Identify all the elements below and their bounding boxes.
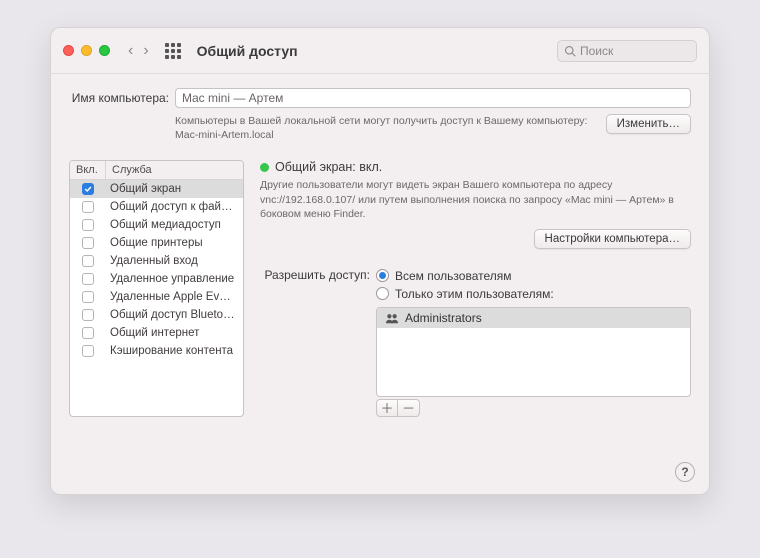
service-label: Удаленный вход (106, 252, 243, 270)
service-label: Общий интернет (106, 324, 243, 342)
services-header: Вкл. Служба (70, 161, 243, 180)
service-checkbox[interactable] (82, 183, 94, 195)
service-row[interactable]: Удаленный вход (70, 252, 243, 270)
service-checkbox[interactable] (82, 327, 94, 339)
service-checkbox[interactable] (82, 219, 94, 231)
user-name: Administrators (405, 311, 482, 325)
computer-name-row: Имя компьютера: (69, 88, 691, 108)
col-header-service: Служба (106, 161, 243, 179)
search-icon (564, 45, 576, 57)
status-indicator-icon (260, 163, 269, 172)
window-controls (63, 45, 110, 56)
service-row[interactable]: Кэширование контента (70, 342, 243, 360)
radio-icon (376, 269, 389, 282)
service-checkbox[interactable] (82, 345, 94, 357)
edit-name-button[interactable]: Изменить… (606, 114, 691, 134)
zoom-window-button[interactable] (99, 45, 110, 56)
services-table: Вкл. Служба Общий экранОбщий доступ к фа… (69, 160, 244, 417)
service-row[interactable]: Общий экран (70, 180, 243, 198)
service-label: Общий доступ Bluetooth (106, 306, 243, 324)
access-label: Разрешить доступ: (260, 267, 370, 417)
service-checkbox[interactable] (82, 291, 94, 303)
content: Имя компьютера: Компьютеры в Вашей локал… (51, 74, 709, 431)
computer-settings-button[interactable]: Настройки компьютера… (534, 229, 691, 249)
access-section: Разрешить доступ: Всем пользователям Тол… (260, 267, 691, 417)
access-only-radio[interactable]: Только этим пользователям: (376, 285, 691, 303)
add-remove-buttons: ＋ － (376, 399, 691, 417)
service-row[interactable]: Общий доступ Bluetooth (70, 306, 243, 324)
user-list[interactable]: Administrators (376, 307, 691, 397)
service-label: Общие принтеры (106, 234, 243, 252)
service-row[interactable]: Удаленное управление (70, 270, 243, 288)
service-detail: Общий экран: вкл. Другие пользователи мо… (260, 160, 691, 417)
service-label: Общий экран (106, 180, 243, 198)
service-checkbox[interactable] (82, 255, 94, 267)
close-window-button[interactable] (63, 45, 74, 56)
search-placeholder: Поиск (580, 44, 613, 58)
forward-button[interactable]: › (143, 42, 148, 60)
access-only-label: Только этим пользователям: (395, 287, 554, 301)
service-row[interactable]: Общий интернет (70, 324, 243, 342)
back-button[interactable]: ‹ (128, 42, 133, 60)
help-button[interactable]: ? (675, 462, 695, 482)
service-row[interactable]: Удаленные Apple Events (70, 288, 243, 306)
add-user-button[interactable]: ＋ (376, 399, 398, 417)
service-label: Общий медиадоступ (106, 216, 243, 234)
service-row[interactable]: Общий медиадоступ (70, 216, 243, 234)
user-row[interactable]: Administrators (377, 308, 690, 328)
status-description: Другие пользователи могут видеть экран В… (260, 178, 691, 221)
users-icon (385, 312, 399, 324)
service-checkbox[interactable] (82, 309, 94, 321)
service-label: Удаленное управление (106, 270, 243, 288)
nav-buttons: ‹ › (128, 42, 149, 60)
service-label: Общий доступ к файлам (106, 198, 243, 216)
service-checkbox[interactable] (82, 201, 94, 213)
radio-icon (376, 287, 389, 300)
status-row: Общий экран: вкл. (260, 160, 691, 174)
computer-name-label: Имя компьютера: (69, 91, 169, 105)
search-field[interactable]: Поиск (557, 40, 697, 62)
status-text: Общий экран: вкл. (275, 160, 382, 174)
service-label: Кэширование контента (106, 342, 243, 360)
access-all-radio[interactable]: Всем пользователям (376, 267, 691, 285)
computer-name-input[interactable] (175, 88, 691, 108)
window: ‹ › Общий доступ Поиск Имя компьютера: К… (50, 27, 710, 495)
service-label: Удаленные Apple Events (106, 288, 243, 306)
service-checkbox[interactable] (82, 273, 94, 285)
show-all-button[interactable] (165, 43, 181, 59)
remove-user-button[interactable]: － (398, 399, 420, 417)
toolbar: ‹ › Общий доступ Поиск (51, 28, 709, 74)
access-all-label: Всем пользователям (395, 269, 512, 283)
col-header-on: Вкл. (70, 161, 106, 179)
computer-name-hint: Компьютеры в Вашей локальной сети могут … (175, 114, 606, 142)
minimize-window-button[interactable] (81, 45, 92, 56)
service-row[interactable]: Общие принтеры (70, 234, 243, 252)
window-title: Общий доступ (197, 43, 298, 59)
service-checkbox[interactable] (82, 237, 94, 249)
service-row[interactable]: Общий доступ к файлам (70, 198, 243, 216)
